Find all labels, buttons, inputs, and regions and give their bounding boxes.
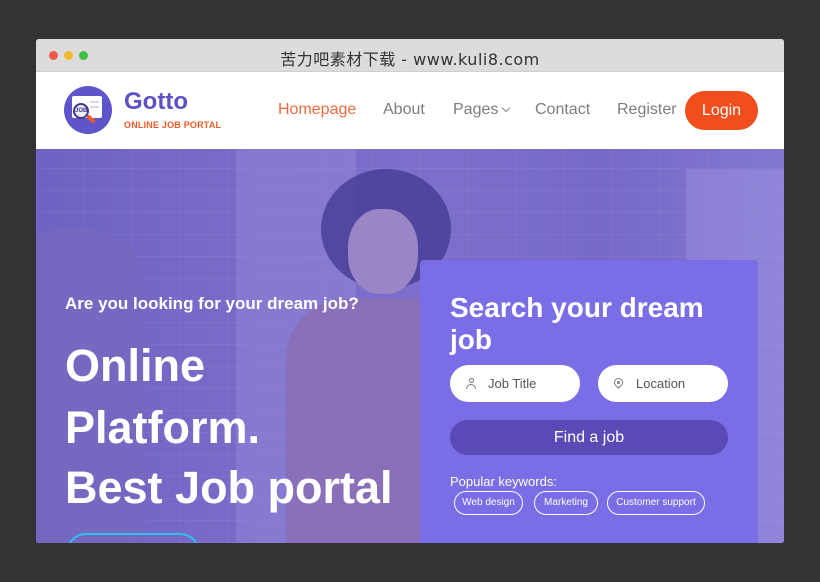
keyword-chip-customer-support[interactable]: Customer support bbox=[607, 491, 705, 515]
popular-keywords-label: Popular keywords: bbox=[450, 474, 557, 489]
location-placeholder: Location bbox=[636, 376, 686, 391]
job-title-input[interactable]: Job Title bbox=[450, 365, 580, 402]
brand-name[interactable]: Gotto bbox=[124, 88, 188, 116]
nav-pages-label: Pages bbox=[453, 101, 499, 118]
hero-headline-line-1: Online bbox=[65, 340, 206, 391]
hero-section: Are you looking for your dream job? Onli… bbox=[36, 149, 784, 543]
search-card-title: Search your dream job bbox=[450, 292, 704, 355]
window-titlebar: 苦力吧素材下载 - www.kuli8.com bbox=[36, 39, 784, 72]
nav-pages[interactable]: Pages bbox=[453, 101, 511, 119]
logo-icon[interactable]: JOB bbox=[64, 86, 112, 134]
hero-subtitle: Are you looking for your dream job? bbox=[65, 294, 359, 313]
find-job-button[interactable]: Find a job bbox=[450, 420, 728, 455]
chevron-down-icon bbox=[502, 103, 511, 113]
hero-cta-button[interactable] bbox=[66, 533, 200, 543]
nav-contact[interactable]: Contact bbox=[535, 101, 590, 119]
user-icon bbox=[466, 378, 476, 389]
nav-homepage[interactable]: Homepage bbox=[278, 101, 356, 119]
login-button[interactable]: Login bbox=[685, 91, 758, 130]
nav-register[interactable]: Register bbox=[617, 101, 677, 119]
brand-tagline: ONLINE JOB PORTAL bbox=[124, 120, 222, 130]
location-pin-icon bbox=[612, 376, 625, 389]
hero-headline-line-3: Best Job portal bbox=[65, 462, 393, 513]
browser-window: 苦力吧素材下载 - www.kuli8.com JOB Gotto ONLINE… bbox=[36, 39, 784, 543]
nav-about[interactable]: About bbox=[383, 101, 425, 119]
job-title-placeholder: Job Title bbox=[488, 376, 537, 391]
site-header: JOB Gotto ONLINE JOB PORTAL Homepage Abo… bbox=[36, 72, 784, 149]
hero-headline-line-2: Platform. bbox=[65, 402, 261, 453]
window-title: 苦力吧素材下载 - www.kuli8.com bbox=[280, 50, 540, 69]
keyword-chip-web-design[interactable]: Web design bbox=[454, 491, 523, 515]
job-search-card: Search your dream job Job Title Location… bbox=[420, 260, 758, 543]
location-input[interactable]: Location bbox=[598, 365, 728, 402]
keyword-chip-marketing[interactable]: Marketing bbox=[534, 491, 598, 515]
